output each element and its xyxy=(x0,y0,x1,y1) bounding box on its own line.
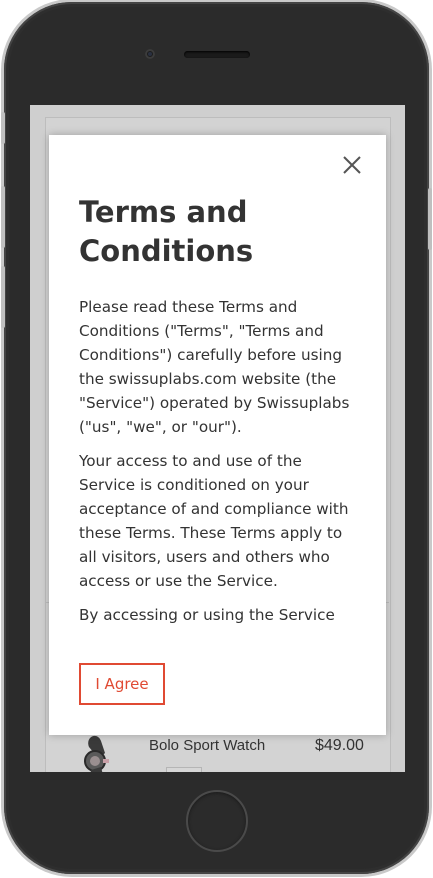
product-price: $49.00 xyxy=(315,737,364,754)
quantity-input[interactable] xyxy=(166,767,202,772)
close-icon[interactable] xyxy=(340,153,364,177)
earpiece-speaker xyxy=(184,51,250,58)
phone-screen: Bolo Sport Watch $49.00 Terms and Condit… xyxy=(30,105,405,772)
terms-paragraph: By accessing or using the Service you xyxy=(79,606,335,624)
modal-title: Terms and Conditions xyxy=(79,195,254,268)
front-camera xyxy=(145,49,155,59)
terms-paragraph: Please read these Terms and Conditions (… xyxy=(79,298,350,436)
modal-body: Please read these Terms and Conditions (… xyxy=(79,295,361,629)
agree-button[interactable]: I Agree xyxy=(79,663,165,705)
mute-switch xyxy=(1,112,5,144)
home-button[interactable] xyxy=(186,790,248,852)
volume-up-button xyxy=(1,186,5,248)
watch-icon xyxy=(84,735,109,772)
terms-modal: Terms and Conditions Please read these T… xyxy=(49,135,386,735)
product-name[interactable]: Bolo Sport Watch xyxy=(149,737,265,754)
power-button xyxy=(428,188,432,250)
terms-paragraph: Your access to and use of the Service is… xyxy=(79,452,349,590)
volume-down-button xyxy=(1,266,5,328)
